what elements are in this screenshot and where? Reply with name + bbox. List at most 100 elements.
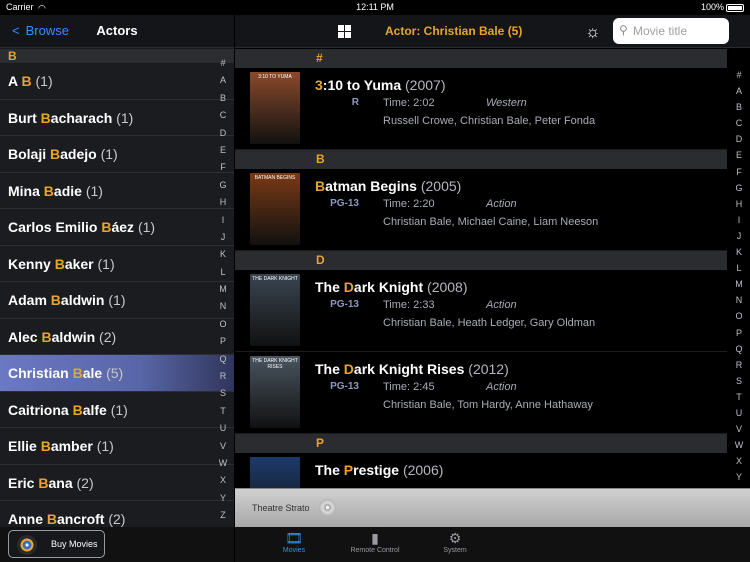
- index-letter[interactable]: E: [213, 142, 233, 159]
- index-letter[interactable]: I: [729, 212, 749, 228]
- index-letter[interactable]: O: [729, 308, 749, 324]
- actor-row[interactable]: A B (1): [0, 63, 234, 100]
- actors-navbar: < Browse Actors: [0, 15, 234, 48]
- index-letter[interactable]: S: [729, 373, 749, 389]
- index-letter[interactable]: X: [729, 453, 749, 469]
- index-letter[interactable]: J: [729, 228, 749, 244]
- movie-runtime: Time: 2:33: [383, 299, 435, 311]
- movie-row[interactable]: 3:10 TO YUMA 3:10 to Yuma (2007) R Time: 2:…: [235, 68, 727, 150]
- index-letter[interactable]: L: [213, 264, 233, 281]
- actor-row[interactable]: Ellie Bamber (1): [0, 428, 234, 465]
- index-letter[interactable]: V: [213, 438, 233, 455]
- tab-remote-control[interactable]: ▮ Remote Control: [340, 529, 410, 554]
- actor-row[interactable]: Bolaji Badejo (1): [0, 136, 234, 173]
- index-letter[interactable]: K: [213, 246, 233, 263]
- movie-rating: PG-13: [330, 198, 359, 209]
- index-letter[interactable]: S: [213, 385, 233, 402]
- index-letter[interactable]: W: [213, 455, 233, 472]
- index-letter[interactable]: D: [213, 125, 233, 142]
- actor-row[interactable]: Carlos Emilio Báez (1): [0, 209, 234, 246]
- movie-genre: Action: [486, 299, 517, 311]
- movie-row[interactable]: THE DARK KNIGHT The Dark Knight (2008) PG-…: [235, 270, 727, 352]
- actor-row[interactable]: Mina Badie (1): [0, 173, 234, 209]
- movie-row[interactable]: The Prestige (2006): [235, 453, 727, 489]
- actor-row[interactable]: Eric Bana (2): [0, 465, 234, 501]
- actor-name-post: ale: [82, 365, 103, 381]
- actor-row[interactable]: Adam Baldwin (1): [0, 282, 234, 319]
- disc-icon[interactable]: [319, 499, 336, 516]
- movie-search: ⚲: [613, 18, 729, 44]
- index-letter[interactable]: G: [213, 177, 233, 194]
- actor-row[interactable]: Caitriona Balfe (1): [0, 392, 234, 428]
- actor-name-highlight: B: [43, 182, 54, 199]
- movie-title: The Dark Knight (2008): [315, 279, 468, 295]
- index-letter[interactable]: R: [213, 368, 233, 385]
- actor-name-pre: Christian: [8, 365, 73, 381]
- index-letter[interactable]: M: [213, 281, 233, 298]
- index-letter[interactable]: A: [213, 72, 233, 89]
- index-letter[interactable]: F: [213, 159, 233, 176]
- movie-row[interactable]: THE DARK KNIGHT RISES The Dark Knight Ris…: [235, 352, 727, 434]
- index-letter[interactable]: K: [729, 244, 749, 260]
- grid-view-icon[interactable]: [338, 25, 351, 38]
- actor-row[interactable]: Burt Bacharach (1): [0, 100, 234, 136]
- index-letter[interactable]: I: [213, 212, 233, 229]
- index-letter[interactable]: Y: [729, 469, 749, 485]
- index-letter[interactable]: O: [213, 316, 233, 333]
- index-letter[interactable]: X: [213, 472, 233, 489]
- movie-title-search-input[interactable]: [633, 21, 725, 41]
- actor-row[interactable]: Christian Bale (5): [0, 355, 234, 392]
- actor-row[interactable]: Anne Bancroft (2): [0, 501, 234, 527]
- index-letter[interactable]: A: [729, 83, 749, 99]
- index-letter[interactable]: F: [729, 164, 749, 180]
- index-letter[interactable]: W: [729, 437, 749, 453]
- index-letter[interactable]: B: [213, 90, 233, 107]
- index-letter[interactable]: Z: [213, 507, 233, 524]
- index-letter[interactable]: C: [729, 115, 749, 131]
- index-letter[interactable]: D: [729, 131, 749, 147]
- index-letter[interactable]: Q: [729, 341, 749, 357]
- actor-name-post: amber: [50, 438, 93, 454]
- index-letter[interactable]: T: [729, 389, 749, 405]
- index-letter[interactable]: Y: [213, 490, 233, 507]
- actor-name-highlight: B: [21, 73, 32, 89]
- index-letter[interactable]: G: [729, 180, 749, 196]
- index-letter[interactable]: #: [729, 67, 749, 83]
- index-letter[interactable]: #: [213, 55, 233, 72]
- actor-name-highlight: B: [38, 474, 49, 491]
- movie-index-bar[interactable]: #ABCDEFGHIJKLMNOPQRSTUVWXYZ: [729, 67, 749, 502]
- actor-row[interactable]: Alec Baldwin (2): [0, 319, 234, 355]
- actor-index-bar[interactable]: # A B C D E F G H I J K L M N O P Q R S T U V W X Y Z: [213, 55, 233, 525]
- index-letter[interactable]: N: [213, 298, 233, 315]
- index-letter[interactable]: H: [729, 196, 749, 212]
- section-header: B: [235, 150, 727, 169]
- buy-movies-button[interactable]: Buy Movies: [8, 530, 105, 558]
- actor-name-highlight: B: [41, 328, 52, 345]
- movie-cast: Christian Bale, Heath Ledger, Gary Oldma…: [383, 317, 596, 329]
- index-letter[interactable]: J: [213, 229, 233, 246]
- tab-movies[interactable]: 🎞 Movies: [259, 529, 329, 554]
- tab-system[interactable]: ⚙ System: [420, 529, 490, 554]
- settings-sun-icon[interactable]: ☼: [585, 22, 601, 42]
- movie-row[interactable]: BATMAN BEGINS Batman Begins (2005) PG-13 Ti…: [235, 169, 727, 251]
- index-letter[interactable]: H: [213, 194, 233, 211]
- index-letter[interactable]: P: [213, 333, 233, 350]
- index-letter[interactable]: C: [213, 107, 233, 124]
- index-letter[interactable]: E: [729, 147, 749, 163]
- film-icon: 🎞: [285, 530, 303, 546]
- index-letter[interactable]: R: [729, 357, 749, 373]
- search-icon: ⚲: [619, 23, 628, 37]
- title-rest: restige: [353, 462, 400, 478]
- index-letter[interactable]: U: [729, 405, 749, 421]
- index-letter[interactable]: U: [213, 420, 233, 437]
- index-letter[interactable]: P: [729, 325, 749, 341]
- index-letter[interactable]: N: [729, 292, 749, 308]
- index-letter[interactable]: B: [729, 99, 749, 115]
- index-letter[interactable]: Q: [213, 351, 233, 368]
- index-letter[interactable]: L: [729, 260, 749, 276]
- index-letter[interactable]: T: [213, 403, 233, 420]
- index-letter[interactable]: V: [729, 421, 749, 437]
- index-letter[interactable]: M: [729, 276, 749, 292]
- actor-row[interactable]: Kenny Baker (1): [0, 246, 234, 282]
- actor-count: (2): [108, 511, 126, 527]
